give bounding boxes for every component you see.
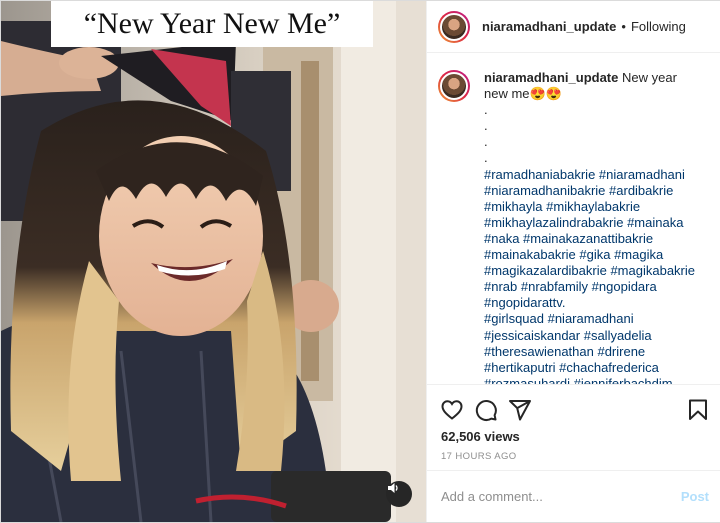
caption-dot: . [484,150,488,166]
video-overlay-caption: “New Year New Me” [51,1,373,47]
mute-toggle-button[interactable] [386,481,412,507]
heart-icon [441,400,463,420]
caption-username[interactable]: niaramadhani_update [484,70,618,85]
hashtag-line[interactable]: #magikazalardibakrie #magikabakrie [484,263,698,279]
following-button[interactable]: Following [631,19,686,34]
speaker-icon [388,483,398,493]
caption-dot: . [484,134,488,150]
post-timestamp[interactable]: 17 HOURS AGO [441,451,517,462]
view-count[interactable]: 62,506 views [441,429,520,444]
hashtag-line[interactable]: #naka #mainakazanattibakrie [484,231,698,247]
instagram-post: “New Year New Me” niaramadhani_update • … [0,0,720,523]
hashtag-line[interactable]: #ngopidarattv. [484,295,698,311]
caption-area: niaramadhani_update New year new me😍😍 . … [427,54,720,384]
avatar-image [440,12,468,41]
header-username[interactable]: niaramadhani_update [482,19,616,34]
header-separator: • [621,19,626,34]
hashtag-line[interactable]: #mainakabakrie #gika #magika [484,247,698,263]
bookmark-icon [689,399,707,420]
paper-plane-icon [509,400,531,421]
hashtag-line[interactable]: #ramadhaniabakrie #niaramadhani [484,167,698,183]
avatar-image [440,72,468,100]
overlay-caption-text: “New Year New Me” [83,7,341,40]
add-comment-bar: Post [427,470,720,522]
caption-comment: niaramadhani_update New year new me😍😍 . … [438,70,709,384]
share-button[interactable] [507,397,533,423]
post-header: niaramadhani_update • Following [427,1,720,53]
hashtag-line[interactable]: #nrab #nrabfamily #ngopidara [484,279,698,295]
hashtag-line[interactable]: #theresawienathan #drirene [484,344,698,360]
caption-avatar[interactable] [438,70,470,102]
post-video[interactable]: “New Year New Me” [1,1,426,522]
post-sidebar: niaramadhani_update • Following niaramad… [426,1,720,522]
comment-icon [475,400,497,421]
comment-button[interactable] [473,397,499,423]
hashtag-line[interactable]: #rozmasuhardi #jenniferbachdim [484,376,698,384]
action-bar: 62,506 views 17 HOURS AGO [427,384,720,470]
hashtag-line[interactable]: #hertikaputri #chachafrederica [484,360,698,376]
post-comment-button[interactable]: Post [681,489,709,504]
hashtag-line[interactable]: #mikhaylazalindrabakrie #mainaka [484,215,698,231]
header-avatar[interactable] [438,10,470,43]
hashtag-line[interactable]: #girlsquad #niaramadhani [484,311,698,327]
caption-body: niaramadhani_update New year new me😍😍 . … [484,70,698,384]
caption-dot: . [484,102,488,118]
hashtag-line[interactable]: #jessicaiskandar #sallyadelia [484,328,698,344]
save-button[interactable] [685,397,711,423]
hashtag-line[interactable]: #mikhayla #mikhaylabakrie [484,199,698,215]
like-button[interactable] [439,397,465,423]
action-icons [439,397,711,423]
hashtag-line[interactable]: #niaramadhanibakrie #ardibakrie [484,183,698,199]
caption-dot: . [484,118,488,134]
comment-input[interactable] [441,489,681,504]
video-frame [1,1,426,522]
